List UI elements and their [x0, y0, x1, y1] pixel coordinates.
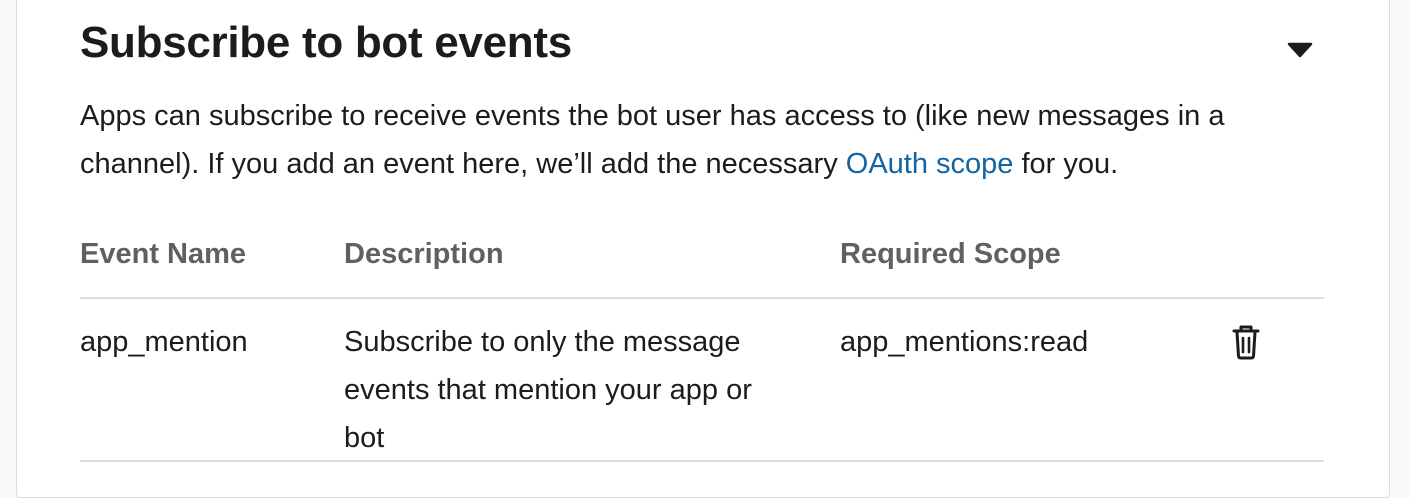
column-header-required-scope: Required Scope: [840, 238, 1061, 270]
column-header-event-name: Event Name: [80, 238, 247, 270]
event-name-link[interactable]: app_mention: [80, 318, 248, 366]
trash-icon: [1232, 325, 1260, 360]
header-divider: [80, 297, 1324, 299]
description-text-end: for you.: [1013, 148, 1119, 180]
section-description: Apps can subscribe to receive events the…: [80, 92, 1330, 188]
oauth-scope-link[interactable]: OAuth scope: [846, 148, 1014, 180]
section-title: Subscribe to bot events: [80, 18, 572, 67]
row-divider: [80, 460, 1324, 462]
collapse-toggle-button[interactable]: [1282, 38, 1318, 62]
event-required-scope: app_mentions:read: [840, 326, 1089, 358]
remove-event-button[interactable]: [1228, 322, 1264, 362]
column-header-description: Description: [344, 238, 504, 270]
caret-down-icon: [1287, 42, 1313, 58]
event-description: Subscribe to only the message events tha…: [344, 326, 752, 454]
